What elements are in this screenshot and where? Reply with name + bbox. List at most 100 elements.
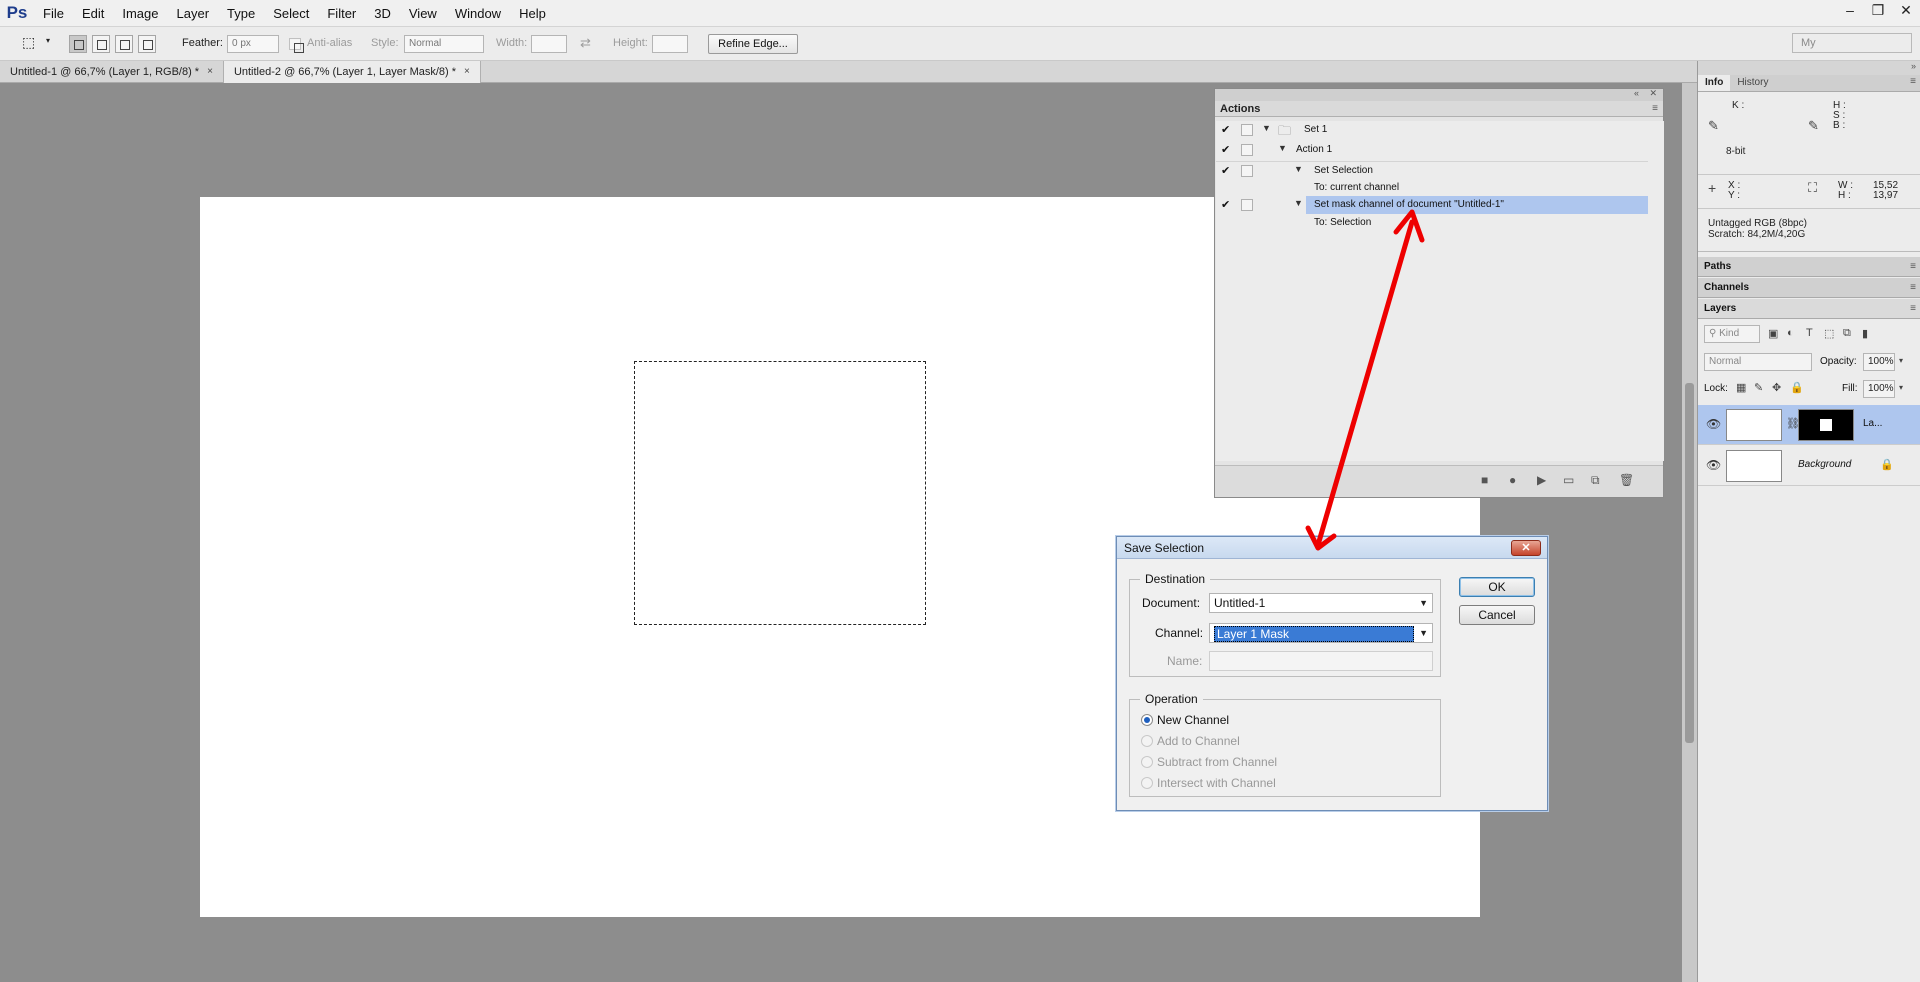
scrollbar-thumb[interactable]	[1685, 383, 1694, 743]
check-icon[interactable]: ✔	[1221, 143, 1235, 156]
visibility-eye-icon[interactable]: 👁	[1706, 417, 1721, 431]
opacity-chevron-icon[interactable]: ▾	[1899, 356, 1903, 365]
panel-menu-icon[interactable]: ≡	[1910, 282, 1916, 293]
add-selection-button[interactable]	[92, 35, 110, 53]
layers-panel-header[interactable]: Layers ≡	[1698, 299, 1920, 319]
action-row-action[interactable]: ✔ ▼ Action 1	[1216, 141, 1648, 159]
panel-menu-icon[interactable]: ≡	[1910, 76, 1916, 87]
width-input[interactable]	[531, 35, 567, 53]
dialog-toggle-box[interactable]	[1241, 199, 1253, 211]
lock-transparent-icon[interactable]: ▦	[1736, 381, 1746, 394]
expand-triangle-icon[interactable]: ▼	[1278, 143, 1287, 153]
kind-filter-select[interactable]: ⚲ Kind	[1704, 325, 1760, 343]
restore-button[interactable]: ❐	[1864, 0, 1892, 20]
delete-icon[interactable]: 🗑	[1619, 473, 1634, 487]
menu-view[interactable]: View	[400, 0, 446, 27]
action-row-step[interactable]: ✔ ▼ Set Selection	[1216, 161, 1648, 179]
lock-all-icon[interactable]: 🔒	[1790, 381, 1804, 394]
opacity-input[interactable]: 100%	[1863, 353, 1895, 371]
check-icon[interactable]: ✔	[1221, 123, 1235, 136]
new-selection-button[interactable]	[69, 35, 87, 53]
tab-history[interactable]: History	[1730, 75, 1775, 91]
intersect-selection-button[interactable]	[138, 35, 156, 53]
check-icon[interactable]: ✔	[1221, 198, 1235, 211]
tab-close-icon[interactable]: ×	[207, 61, 213, 83]
filter-toggle-icon[interactable]: ▮	[1862, 327, 1868, 340]
adjustment-filter-icon[interactable]: ◐	[1787, 327, 1794, 339]
style-select[interactable]: Normal	[404, 35, 484, 53]
panel-drag-bar[interactable]: « ✕	[1215, 88, 1663, 101]
subtract-selection-button[interactable]	[115, 35, 133, 53]
dialog-toggle-box[interactable]	[1241, 124, 1253, 136]
intersect-with-channel-radio[interactable]	[1141, 777, 1153, 789]
menu-layer[interactable]: Layer	[168, 0, 219, 27]
smart-object-filter-icon[interactable]: ⧉	[1843, 327, 1851, 340]
expand-triangle-icon[interactable]: ▼	[1294, 164, 1303, 174]
actions-title[interactable]: Actions	[1220, 103, 1260, 115]
pixel-filter-icon[interactable]: ▣	[1768, 327, 1778, 340]
name-input[interactable]	[1209, 651, 1433, 671]
paths-panel-header[interactable]: Paths ≡	[1698, 257, 1920, 277]
menu-help[interactable]: Help	[510, 0, 555, 27]
document-select[interactable]: Untitled-1 ▼	[1209, 593, 1433, 613]
play-icon[interactable]: ▶	[1537, 473, 1546, 487]
tab-close-icon[interactable]: ×	[464, 61, 470, 83]
fill-input[interactable]: 100%	[1863, 380, 1895, 398]
menu-3d[interactable]: 3D	[365, 0, 400, 27]
ok-button[interactable]: OK	[1459, 577, 1535, 597]
action-row-step-controls[interactable]: ✔ ▼	[1216, 196, 1306, 214]
expand-triangle-icon[interactable]: ▼	[1294, 198, 1303, 208]
workspace-select[interactable]: My	[1792, 33, 1912, 53]
check-icon[interactable]: ✔	[1221, 164, 1235, 177]
swap-icon[interactable]: ⇄	[580, 35, 591, 51]
height-input[interactable]	[652, 35, 688, 53]
menu-file[interactable]: File	[34, 0, 73, 27]
minimize-button[interactable]: –	[1836, 0, 1864, 20]
panel-menu-icon[interactable]: ≡	[1910, 261, 1916, 272]
menu-select[interactable]: Select	[264, 0, 318, 27]
new-set-icon[interactable]: ▭	[1563, 473, 1574, 487]
action-row-step-selected[interactable]: Set mask channel of document "Untitled-1…	[1306, 196, 1648, 214]
dialog-close-button[interactable]: ✕	[1511, 540, 1541, 556]
panel-menu-icon[interactable]: ≡	[1652, 103, 1658, 114]
record-icon[interactable]: ●	[1509, 473, 1516, 487]
refine-edge-button[interactable]: Refine Edge...	[708, 34, 798, 54]
tab-untitled-2[interactable]: Untitled-2 @ 66,7% (Layer 1, Layer Mask/…	[223, 61, 481, 83]
visibility-eye-icon[interactable]: 👁	[1706, 458, 1721, 472]
channels-panel-header[interactable]: Channels ≡	[1698, 278, 1920, 298]
layer-row-layer1[interactable]: 👁 ⛓ La...	[1698, 405, 1920, 445]
close-window-button[interactable]: ✕	[1892, 0, 1920, 20]
blend-mode-select[interactable]: Normal	[1704, 353, 1812, 371]
new-channel-radio[interactable]	[1141, 714, 1153, 726]
tab-info[interactable]: Info	[1698, 75, 1731, 91]
cancel-button[interactable]: Cancel	[1459, 605, 1535, 625]
add-to-channel-radio[interactable]	[1141, 735, 1153, 747]
shape-filter-icon[interactable]: ⬚	[1824, 327, 1834, 340]
layer-row-background[interactable]: 👁 Background 🔒	[1698, 446, 1920, 486]
feather-input[interactable]: 0 px	[227, 35, 279, 53]
menu-edit[interactable]: Edit	[73, 0, 113, 27]
lock-position-icon[interactable]: ✥	[1772, 381, 1781, 394]
expand-dock-icon[interactable]: »	[1911, 61, 1916, 71]
fill-chevron-icon[interactable]: ▾	[1899, 383, 1903, 392]
antialias-checkbox[interactable]	[289, 38, 304, 53]
menu-filter[interactable]: Filter	[318, 0, 365, 27]
collapse-icon[interactable]: «	[1634, 88, 1639, 98]
expand-triangle-icon[interactable]: ▼	[1262, 123, 1271, 133]
tool-preset-chevron-icon[interactable]: ▾	[46, 36, 50, 45]
subtract-from-channel-radio[interactable]	[1141, 756, 1153, 768]
stop-icon[interactable]: ■	[1481, 473, 1488, 487]
dialog-toggle-box[interactable]	[1241, 144, 1253, 156]
channel-select[interactable]: Layer 1 Mask ▼	[1209, 623, 1433, 643]
dialog-toggle-box[interactable]	[1241, 165, 1253, 177]
panel-menu-icon[interactable]: ≡	[1910, 303, 1916, 314]
menu-type[interactable]: Type	[218, 0, 264, 27]
vertical-scrollbar[interactable]	[1682, 83, 1697, 982]
menu-window[interactable]: Window	[446, 0, 510, 27]
lock-image-icon[interactable]: ✎	[1754, 381, 1763, 394]
menu-image[interactable]: Image	[113, 0, 167, 27]
close-panel-icon[interactable]: ✕	[1649, 88, 1657, 99]
mask-thumbnail[interactable]	[1798, 409, 1854, 441]
type-filter-icon[interactable]: T	[1806, 327, 1813, 339]
dialog-titlebar[interactable]: Save Selection ✕	[1117, 537, 1547, 559]
